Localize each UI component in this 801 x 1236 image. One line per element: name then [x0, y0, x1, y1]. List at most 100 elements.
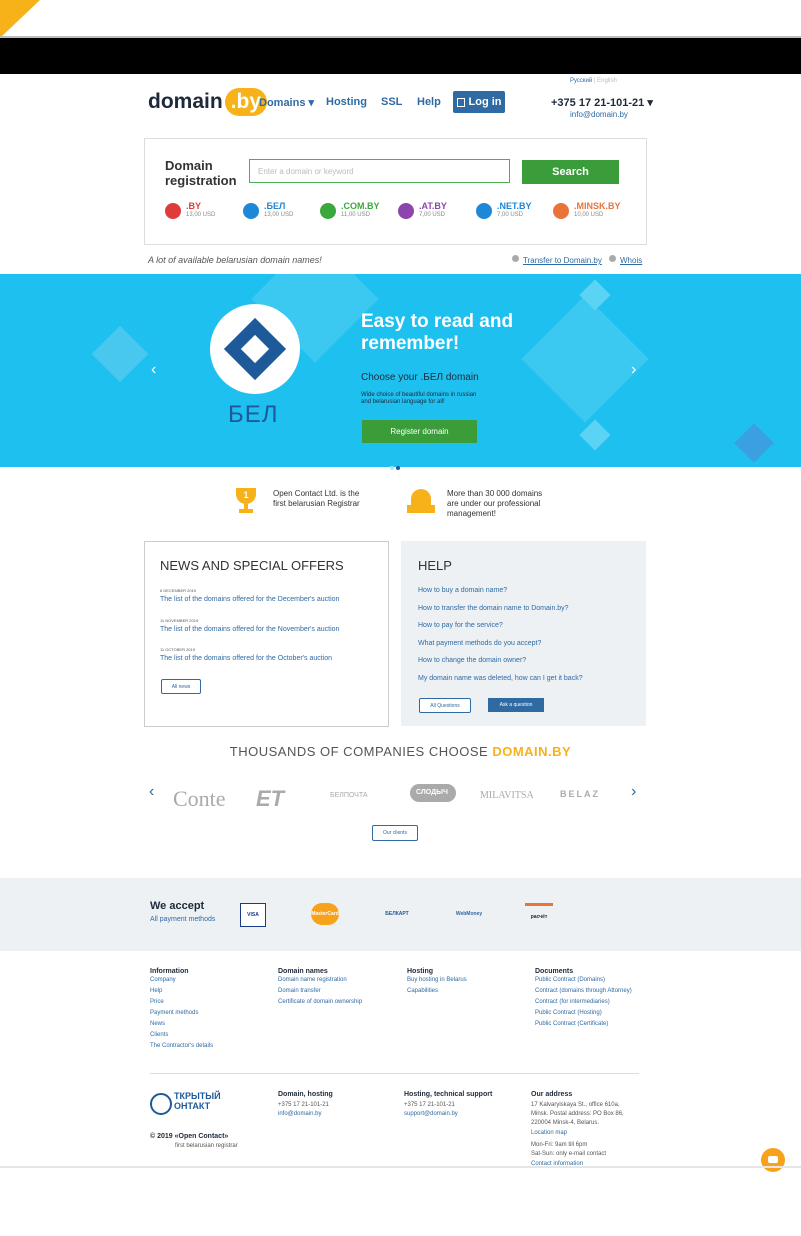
- whois-link[interactable]: Whois: [620, 256, 642, 265]
- all-news-button[interactable]: All news: [161, 679, 201, 694]
- footer-link[interactable]: Price: [150, 997, 213, 1008]
- nav-help[interactable]: Help: [417, 96, 441, 108]
- zone-price: 7,00 USD: [419, 212, 446, 218]
- footer-link[interactable]: The Contractor's details: [150, 1041, 213, 1052]
- news-item-link[interactable]: The list of the domains offered for the …: [160, 655, 332, 662]
- zone-price: 10,00 USD: [574, 212, 604, 218]
- news-date: 6 DECEMBER 2019: [160, 588, 197, 593]
- footer-link[interactable]: Help: [150, 986, 213, 997]
- footer-link[interactable]: News: [150, 1019, 213, 1030]
- footer-link[interactable]: Public Contract (Hosting): [535, 1008, 632, 1019]
- belkart-logo: БЕЛКАРТ: [385, 911, 409, 917]
- search-button[interactable]: Search: [522, 160, 619, 184]
- footer-address: Our address 17 Kalvaryiskaya St., office…: [531, 1091, 624, 1170]
- footer-col-heading: Information: [150, 968, 189, 975]
- page-bottom-edge: [0, 1166, 801, 1168]
- footer-link[interactable]: Company: [150, 975, 213, 986]
- footer-col-heading: Documents: [535, 968, 574, 975]
- zone-com-by[interactable]: .COM.BY 11,00 USD: [320, 202, 380, 219]
- footer-link[interactable]: Domain transfer: [278, 986, 362, 997]
- copyright-subtitle: first belarusian registrar: [175, 1143, 238, 1149]
- contact-information-link[interactable]: Contact information: [531, 1159, 624, 1170]
- bel-icon: [243, 202, 259, 219]
- contact-heading: Domain, hosting: [278, 1091, 333, 1098]
- register-domain-button[interactable]: Register domain: [362, 420, 477, 443]
- client-logo-slodych: СЛОДЫЧ: [416, 789, 448, 796]
- footer-link[interactable]: Contract (domains through Attorney): [535, 986, 632, 997]
- footer-link[interactable]: Payment methods: [150, 1008, 213, 1019]
- nav-domains[interactable]: Domains ▾: [259, 96, 314, 109]
- banner-prev-arrow[interactable]: ‹: [151, 361, 156, 379]
- lang-separator: |: [593, 78, 596, 84]
- footer-link[interactable]: Capabilities: [407, 986, 467, 997]
- company-logo-line2: ОНТАКТ: [174, 1101, 211, 1111]
- our-clients-button[interactable]: Our clients: [372, 825, 418, 841]
- language-switch: Русский | English: [570, 78, 617, 84]
- feature-line: are under our professional: [447, 499, 541, 508]
- logo-text: domain: [148, 90, 223, 113]
- all-questions-button[interactable]: All Questions: [419, 698, 471, 713]
- ask-question-button[interactable]: Ask a question: [488, 698, 544, 712]
- zone-bel[interactable]: .БЕЛ 13,00 USD: [243, 202, 293, 219]
- zone-price: 7,00 USD: [497, 212, 524, 218]
- footer-col-heading: Hosting: [407, 968, 434, 975]
- zone-net-by[interactable]: .NET.BY 7,00 USD: [476, 202, 532, 219]
- domain-search-input[interactable]: Enter a domain or keyword: [249, 159, 510, 183]
- trophy-icon: 1: [233, 488, 259, 514]
- chat-button[interactable]: [761, 1148, 785, 1172]
- help-question-link[interactable]: How to buy a domain name?: [418, 587, 507, 594]
- transfer-icon: [512, 255, 519, 262]
- copyright: © 2019 «Open Contact»: [150, 1133, 229, 1140]
- zone-at-by[interactable]: .AT.BY 7,00 USD: [398, 202, 447, 219]
- login-button[interactable]: Log in: [453, 91, 505, 113]
- nav-hosting[interactable]: Hosting: [326, 96, 367, 108]
- footer-link[interactable]: Contract (for intermediaries): [535, 997, 632, 1008]
- help-question-link[interactable]: My domain name was deleted, how can I ge…: [418, 675, 583, 682]
- footer-link[interactable]: Buy hosting in Belarus: [407, 975, 467, 986]
- carousel-dot-active[interactable]: [396, 466, 400, 470]
- location-map-link[interactable]: Location map: [531, 1128, 624, 1139]
- top-black-bar: [0, 38, 801, 74]
- phone-dropdown[interactable]: +375 17 21-101-21 ▾: [551, 96, 653, 109]
- zone-by[interactable]: .BY 13,00 USD: [165, 202, 215, 219]
- footer-link[interactable]: Domain name registration: [278, 975, 362, 986]
- nav-ssl[interactable]: SSL: [381, 96, 402, 108]
- carousel-dot[interactable]: [390, 466, 394, 470]
- contact-phone: +375 17 21-101-21: [278, 1102, 329, 1108]
- contact-email[interactable]: support@domain.by: [404, 1110, 492, 1119]
- footer-link[interactable]: Clients: [150, 1030, 213, 1041]
- transfer-link[interactable]: Transfer to Domain.by: [523, 256, 602, 265]
- lang-english[interactable]: English: [597, 78, 617, 84]
- login-label: Log in: [468, 96, 502, 108]
- feature-line: More than 30 000 domains: [447, 489, 543, 498]
- news-date: 11 NOVEMBER 2019: [160, 618, 199, 623]
- help-question-link[interactable]: What payment methods do you accept?: [418, 640, 541, 647]
- news-item-link[interactable]: The list of the domains offered for the …: [160, 596, 339, 603]
- contact-email[interactable]: info@domain.by: [278, 1110, 333, 1119]
- help-question-link[interactable]: How to pay for the service?: [418, 622, 503, 629]
- address-heading: Our address: [531, 1091, 573, 1098]
- clients-prev-arrow[interactable]: ‹: [149, 783, 154, 801]
- raschet-logo: расчёт: [525, 903, 553, 928]
- footer-link[interactable]: Public Contract (Certificate): [535, 1019, 632, 1030]
- banner-next-arrow[interactable]: ›: [631, 361, 636, 379]
- lang-russian[interactable]: Русский: [570, 78, 592, 84]
- all-payment-methods-link[interactable]: All payment methods: [150, 916, 215, 923]
- clients-next-arrow[interactable]: ›: [631, 783, 636, 801]
- header-email[interactable]: info@domain.by: [570, 110, 628, 119]
- zone-minsk-by[interactable]: .MINSK.BY 10,00 USD: [553, 202, 621, 219]
- visa-logo: VISA: [240, 903, 266, 927]
- site-logo[interactable]: domain .by: [148, 88, 268, 116]
- registration-title: Domain registration: [165, 158, 237, 188]
- help-question-link[interactable]: How to transfer the domain name to Domai…: [418, 605, 569, 612]
- zone-name: .NET.BY: [497, 201, 532, 211]
- help-question-link[interactable]: How to change the domain owner?: [418, 657, 526, 664]
- clients-heading: THOUSANDS OF COMPANIES CHOOSE DOMAIN.BY: [0, 744, 801, 759]
- feature-management: More than 30 000 domains are under our p…: [447, 489, 542, 519]
- company-logo: ТКРЫТЫЙ ОНТАКТ: [174, 1091, 221, 1111]
- news-title: NEWS AND SPECIAL OFFERS: [160, 558, 344, 573]
- professional-icon: [407, 487, 435, 515]
- footer-link[interactable]: Public Contract (Domains): [535, 975, 632, 986]
- footer-link[interactable]: Certificate of domain ownership: [278, 997, 362, 1008]
- news-item-link[interactable]: The list of the domains offered for the …: [160, 626, 339, 633]
